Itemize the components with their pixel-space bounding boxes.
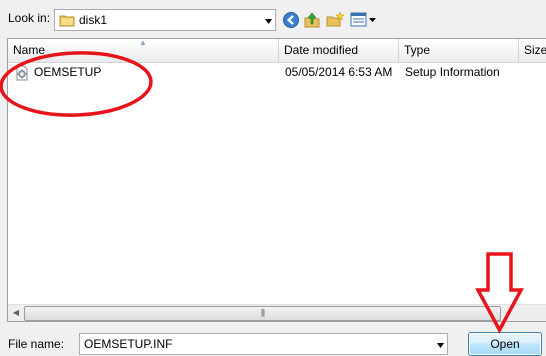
scrollbar-thumb[interactable]: ||| bbox=[24, 306, 501, 321]
folder-icon bbox=[59, 12, 75, 31]
look-in-value: disk1 bbox=[79, 13, 108, 27]
back-icon[interactable] bbox=[282, 11, 300, 29]
file-type-cell: Setup Information bbox=[405, 65, 500, 79]
look-in-label: Look in: bbox=[8, 11, 51, 25]
file-name-input[interactable] bbox=[84, 336, 414, 352]
up-folder-icon[interactable] bbox=[303, 11, 321, 29]
scroll-left-icon[interactable]: ◀ bbox=[8, 305, 24, 321]
file-name-cell: OEMSETUP bbox=[34, 65, 102, 79]
file-row-oemsetup[interactable]: OEMSETUP 05/05/2014 6:53 AM Setup Inform… bbox=[8, 63, 546, 83]
chevron-down-icon[interactable] bbox=[436, 339, 445, 353]
column-header-type[interactable]: Type bbox=[399, 39, 519, 62]
new-folder-icon[interactable] bbox=[326, 11, 345, 29]
file-name-label: File name: bbox=[8, 337, 65, 351]
horizontal-scrollbar[interactable]: ◀ ||| bbox=[8, 304, 546, 321]
sort-ascending-icon: ▲ bbox=[139, 38, 147, 47]
file-list[interactable]: Name ▲ Date modified Type Size OEMSETUP … bbox=[7, 38, 546, 322]
look-in-dropdown[interactable]: disk1 bbox=[54, 9, 276, 31]
inf-file-icon bbox=[14, 65, 30, 84]
views-menu-icon[interactable] bbox=[350, 11, 378, 29]
file-date-cell: 05/05/2014 6:53 AM bbox=[285, 65, 393, 79]
column-header-size[interactable]: Size bbox=[519, 39, 546, 62]
file-list-header: Name ▲ Date modified Type Size bbox=[8, 39, 546, 63]
chevron-down-icon[interactable] bbox=[264, 15, 273, 29]
column-header-date-modified[interactable]: Date modified bbox=[279, 39, 399, 62]
file-name-combo[interactable] bbox=[79, 333, 448, 355]
open-button[interactable]: Open bbox=[468, 332, 542, 356]
